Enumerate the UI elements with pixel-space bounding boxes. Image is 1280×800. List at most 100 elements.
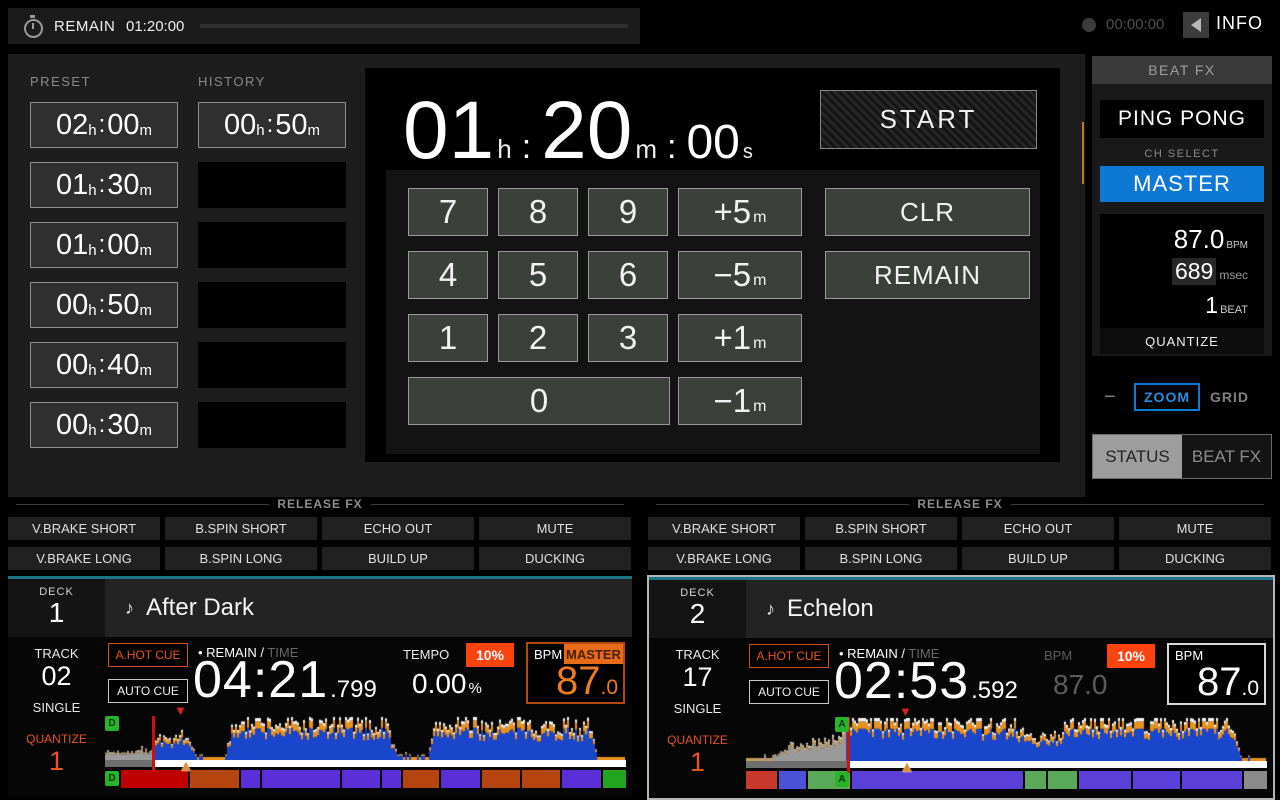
phrase-segment [262, 770, 341, 788]
timer-minutes: 20 [541, 92, 632, 170]
preset-time-button[interactable]: 02h:00m [30, 102, 178, 148]
preset-time-button[interactable]: 01h:30m [30, 162, 178, 208]
preset-time-button[interactable]: 01h:00m [30, 222, 178, 268]
deck-title-bar[interactable]: ♪ After Dark [105, 579, 632, 637]
keypad-button-7[interactable]: 7 [408, 188, 488, 236]
release-fx-button-echo-out[interactable]: ECHO OUT [322, 517, 474, 540]
tempo-range-badge: 10% [466, 643, 514, 667]
keypad-button-0[interactable]: 0 [408, 377, 670, 425]
history-label: HISTORY [198, 74, 266, 89]
fx-msec-unit: msec [1219, 268, 1248, 282]
release-fx-button-v-brake-long[interactable]: V.BRAKE LONG [8, 547, 160, 570]
waveform-display[interactable] [746, 717, 1266, 761]
preset-time-button[interactable]: 00h:30m [30, 402, 178, 448]
preset-time-button[interactable]: 00h:40m [30, 342, 178, 388]
quantize-label: QUANTIZE [8, 732, 105, 746]
release-fx-button-build-up[interactable]: BUILD UP [962, 547, 1114, 570]
keypad-button-3[interactable]: 3 [588, 314, 668, 362]
phrase-segment [482, 770, 519, 788]
release-fx-button-v-brake-short[interactable]: V.BRAKE SHORT [648, 517, 800, 540]
scroll-indicator [1082, 122, 1084, 184]
release-fx-button-b-spin-short[interactable]: B.SPIN SHORT [805, 517, 957, 540]
track-title: Echelon [787, 595, 874, 623]
tab-beat-fx[interactable]: BEAT FX [1182, 435, 1271, 478]
waveform-display[interactable] [105, 716, 625, 760]
release-fx-button-b-spin-long[interactable]: B.SPIN LONG [165, 547, 317, 570]
keypad-button-6[interactable]: 6 [588, 251, 668, 299]
tab-status[interactable]: STATUS [1093, 435, 1182, 478]
deck-title-bar[interactable]: ♪ Echelon [746, 580, 1273, 638]
keypad-button-9[interactable]: 9 [588, 188, 668, 236]
tempo-number: 87.0 [1053, 669, 1108, 701]
release-fx-grid: V.BRAKE SHORTB.SPIN SHORTECHO OUTMUTE V.B… [8, 517, 632, 570]
history-slot-empty [198, 162, 346, 208]
release-fx-button-v-brake-long[interactable]: V.BRAKE LONG [648, 547, 800, 570]
right-panel-tabs: STATUS BEAT FX [1092, 434, 1272, 479]
quantize-toggle[interactable]: QUANTIZE [1100, 328, 1264, 354]
track-label: TRACK [8, 646, 105, 661]
release-fx-button-ducking[interactable]: DUCKING [1119, 547, 1271, 570]
info-back-button[interactable] [1183, 12, 1209, 38]
auto-cue-button[interactable]: AUTO CUE [749, 680, 829, 704]
track-number: 17 [649, 662, 746, 693]
cue-point-marker-icon: ▼ [174, 704, 187, 717]
keypad-button-plus5[interactable]: +5m [678, 188, 802, 236]
auto-cue-button[interactable]: AUTO CUE [108, 679, 188, 703]
timer-hours-unit: h [497, 134, 511, 165]
keypad-button-5[interactable]: 5 [498, 251, 578, 299]
fx-bpm-value: 87.0 [1174, 224, 1225, 255]
timer-colon: : [667, 128, 676, 167]
keypad-button-4[interactable]: 4 [408, 251, 488, 299]
cdj-touchscreen: REMAIN 01:20:00 00:00:00 INFO PRESET HIS… [0, 0, 1280, 800]
zoom-minus-icon[interactable]: − [1104, 386, 1116, 409]
phrase-bar[interactable]: A [746, 771, 1267, 789]
keypad-button-minus5[interactable]: −5m [678, 251, 802, 299]
hot-cue-button[interactable]: A.HOT CUE [749, 644, 829, 668]
phrase-segment [562, 770, 601, 788]
ch-select-value-button[interactable]: MASTER [1100, 166, 1264, 202]
phrase-segment [779, 771, 806, 789]
track-time: 02:53 .592 [834, 655, 1018, 707]
history-slot-empty [198, 402, 346, 448]
grid-toggle[interactable]: GRID [1210, 389, 1249, 405]
timer-entry-panel: 01 h : 20 m : 00 s START 789+5m456−5m123… [365, 68, 1060, 462]
keypad-button-2[interactable]: 2 [498, 314, 578, 362]
remain-button[interactable]: REMAIN [825, 251, 1030, 299]
release-fx-button-mute[interactable]: MUTE [1119, 517, 1271, 540]
release-fx-button-v-brake-short[interactable]: V.BRAKE SHORT [8, 517, 160, 540]
history-time-button[interactable]: 00h:50m [198, 102, 346, 148]
keypad-button-8[interactable]: 8 [498, 188, 578, 236]
release-fx-button-ducking[interactable]: DUCKING [479, 547, 631, 570]
hot-cue-button[interactable]: A.HOT CUE [108, 643, 188, 667]
tempo-label: BPM [1044, 648, 1072, 663]
music-note-icon: ♪ [766, 599, 775, 620]
phrase-segment [1048, 771, 1077, 789]
bpm-frac: .0 [600, 676, 618, 700]
keypad-button-plus1[interactable]: +1m [678, 314, 802, 362]
release-fx-button-b-spin-long[interactable]: B.SPIN LONG [805, 547, 957, 570]
memory-cue-badge: D [105, 771, 119, 786]
keypad-button-1[interactable]: 1 [408, 314, 488, 362]
preset-time-button[interactable]: 00h:50m [30, 282, 178, 328]
release-fx-button-mute[interactable]: MUTE [479, 517, 631, 540]
hot-cue-marker-icon: ▲ [899, 760, 915, 776]
release-fx-button-b-spin-short[interactable]: B.SPIN SHORT [165, 517, 317, 540]
deck-number: 1 [8, 598, 105, 628]
countdown-progress-bar [200, 24, 628, 28]
phrase-segments [121, 770, 626, 788]
quantize-value: 1 [8, 746, 105, 777]
deck-number-block: DECK 2 [649, 580, 746, 638]
track-label: TRACK [649, 647, 746, 662]
zoom-toggle[interactable]: ZOOM [1134, 383, 1200, 411]
release-fx-button-echo-out[interactable]: ECHO OUT [962, 517, 1114, 540]
clr-button[interactable]: CLR [825, 188, 1030, 236]
release-fx-button-build-up[interactable]: BUILD UP [322, 547, 474, 570]
time-main: 04:21 [193, 654, 328, 706]
deck-number: 2 [649, 599, 746, 629]
tempo-number: 0.00 [412, 668, 467, 700]
keypad-button-minus1[interactable]: −1m [678, 377, 802, 425]
tempo-value: 0.00 % [412, 668, 482, 700]
phrase-segment [403, 770, 439, 788]
beat-fx-info-box: 87.0 BPM 689 msec 1 BEAT [1100, 214, 1264, 328]
start-button[interactable]: START [820, 90, 1037, 149]
